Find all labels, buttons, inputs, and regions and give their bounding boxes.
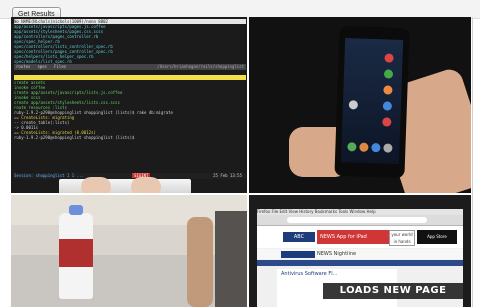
app-icon — [359, 142, 369, 152]
hand-image — [81, 177, 111, 193]
bottle-image — [59, 205, 93, 299]
terminal-tab[interactable]: spec — [35, 64, 49, 70]
terminal-tab[interactable]: Files — [52, 64, 68, 70]
person-image — [187, 217, 213, 307]
ad-words: your world in hands — [389, 230, 415, 246]
result-thumbnail-browser[interactable]: Firefox File Edit View History Bookmarks… — [249, 195, 471, 307]
app-icon — [382, 117, 392, 127]
caption-overlay: LOADS NEW PAGE — [323, 283, 463, 299]
keyboard-image — [59, 179, 191, 193]
terminal-tab[interactable]: routes — [14, 64, 32, 70]
ad-banner: ABC NEWS App for iPad your world in hand… — [257, 226, 463, 248]
result-thumbnail-terminal[interactable]: No NAME(Nichols)nichols(1009)/nnnn 8802 … — [11, 17, 247, 193]
app-icon — [383, 143, 393, 153]
site-nav — [257, 260, 463, 266]
app-icon — [383, 69, 394, 79]
app-store-badge: App Store — [417, 230, 457, 244]
status-session: Session: shoppinglist 1 1 ... — [14, 173, 84, 178]
url-field — [287, 217, 427, 223]
terminal-line: ruby-1.9.2-p290@shoppinglist shoppinglis… — [14, 135, 135, 140]
smartphone-image — [334, 25, 410, 179]
bottle-cap — [69, 205, 83, 215]
person-image — [215, 211, 247, 307]
app-icon — [347, 142, 357, 152]
result-thumbnail-phone[interactable] — [249, 17, 471, 193]
app-icon — [384, 53, 394, 63]
right-divider — [472, 17, 473, 307]
bottle-label — [59, 239, 93, 267]
app-icon — [383, 85, 393, 95]
site-header: NEWS Nightline — [257, 249, 463, 259]
article-headline: Antivirus Software Fl... — [281, 271, 338, 277]
site-logo — [281, 251, 315, 258]
hand-image — [131, 177, 161, 193]
terminal-window: No NAME(Nichols)nichols(1009)/nnnn 8802 … — [14, 19, 246, 176]
ad-text: NEWS App for iPad — [317, 230, 390, 244]
app-icon — [371, 143, 381, 153]
terminal-path: /Users/brianhogan/rails/shoppinglist — [157, 64, 244, 69]
app-icon — [348, 100, 359, 110]
result-thumbnail-bottle[interactable] — [11, 195, 247, 307]
app-icon — [382, 101, 393, 111]
news-logo: ABC — [283, 232, 315, 242]
phone-screen — [340, 38, 404, 164]
address-bar — [257, 215, 463, 226]
site-name: NEWS Nightline — [317, 251, 357, 257]
status-time: 25 Feb 13:55 — [213, 173, 242, 178]
